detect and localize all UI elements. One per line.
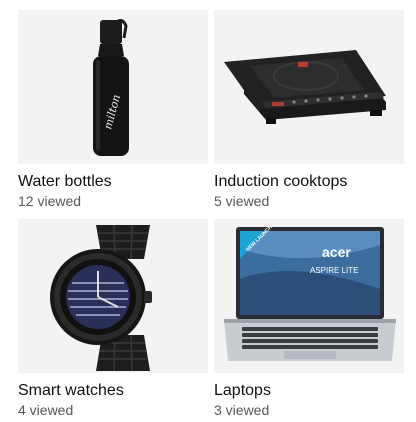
category-card-laptops[interactable]: acer ASPIRE LITE NEW LAUNCH Laptops 3 vi… [214,219,404,419]
recently-viewed-grid: milton Water bottles 12 viewed Induction… [0,0,416,422]
water-bottle-image[interactable]: milton [18,10,208,164]
category-card-smart-watches[interactable]: Smart watches 4 viewed [18,219,208,419]
laptop-brand-text: acer [322,244,351,260]
card-subtitle: 3 viewed [214,402,270,418]
smart-watch-image[interactable] [18,219,208,373]
card-title[interactable]: Induction cooktops [214,172,404,192]
card-title[interactable]: Water bottles [18,172,208,192]
card-subtitle: 4 viewed [18,402,74,418]
card-subtitle: 5 viewed [214,193,270,209]
card-title[interactable]: Smart watches [18,381,208,401]
laptop-image[interactable]: acer ASPIRE LITE NEW LAUNCH [214,219,404,373]
category-card-induction-cooktops[interactable]: Induction cooktops 5 viewed [214,10,404,210]
card-title[interactable]: Laptops [214,381,404,401]
category-card-water-bottles[interactable]: milton Water bottles 12 viewed [18,10,208,210]
laptop-model-text: ASPIRE LITE [310,266,358,275]
induction-cooktop-image[interactable] [214,10,404,164]
card-subtitle: 12 viewed [18,193,82,209]
